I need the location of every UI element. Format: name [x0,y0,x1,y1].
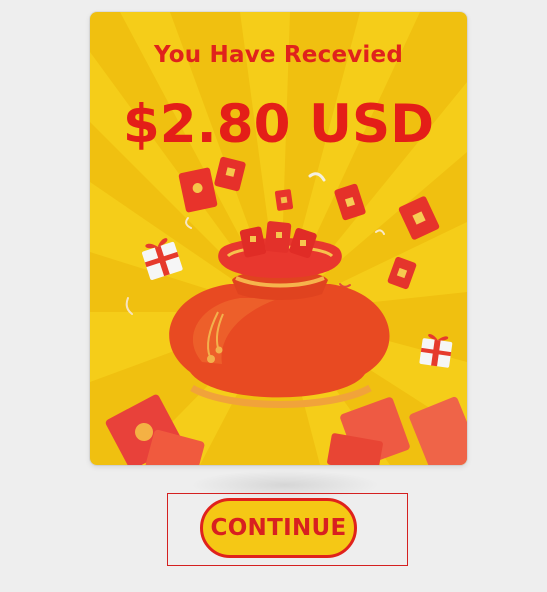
reward-screen: You Have Recevied $2.80 USD CONTINUE [0,0,547,592]
money-bag [169,221,390,408]
continue-button[interactable]: CONTINUE [200,498,357,558]
reward-amount: $2.80 USD [122,94,435,155]
reward-headline: You Have Recevied [154,42,403,68]
reward-illustration [90,12,467,465]
reward-card: You Have Recevied $2.80 USD [90,12,467,465]
gift-box-right [419,334,453,368]
